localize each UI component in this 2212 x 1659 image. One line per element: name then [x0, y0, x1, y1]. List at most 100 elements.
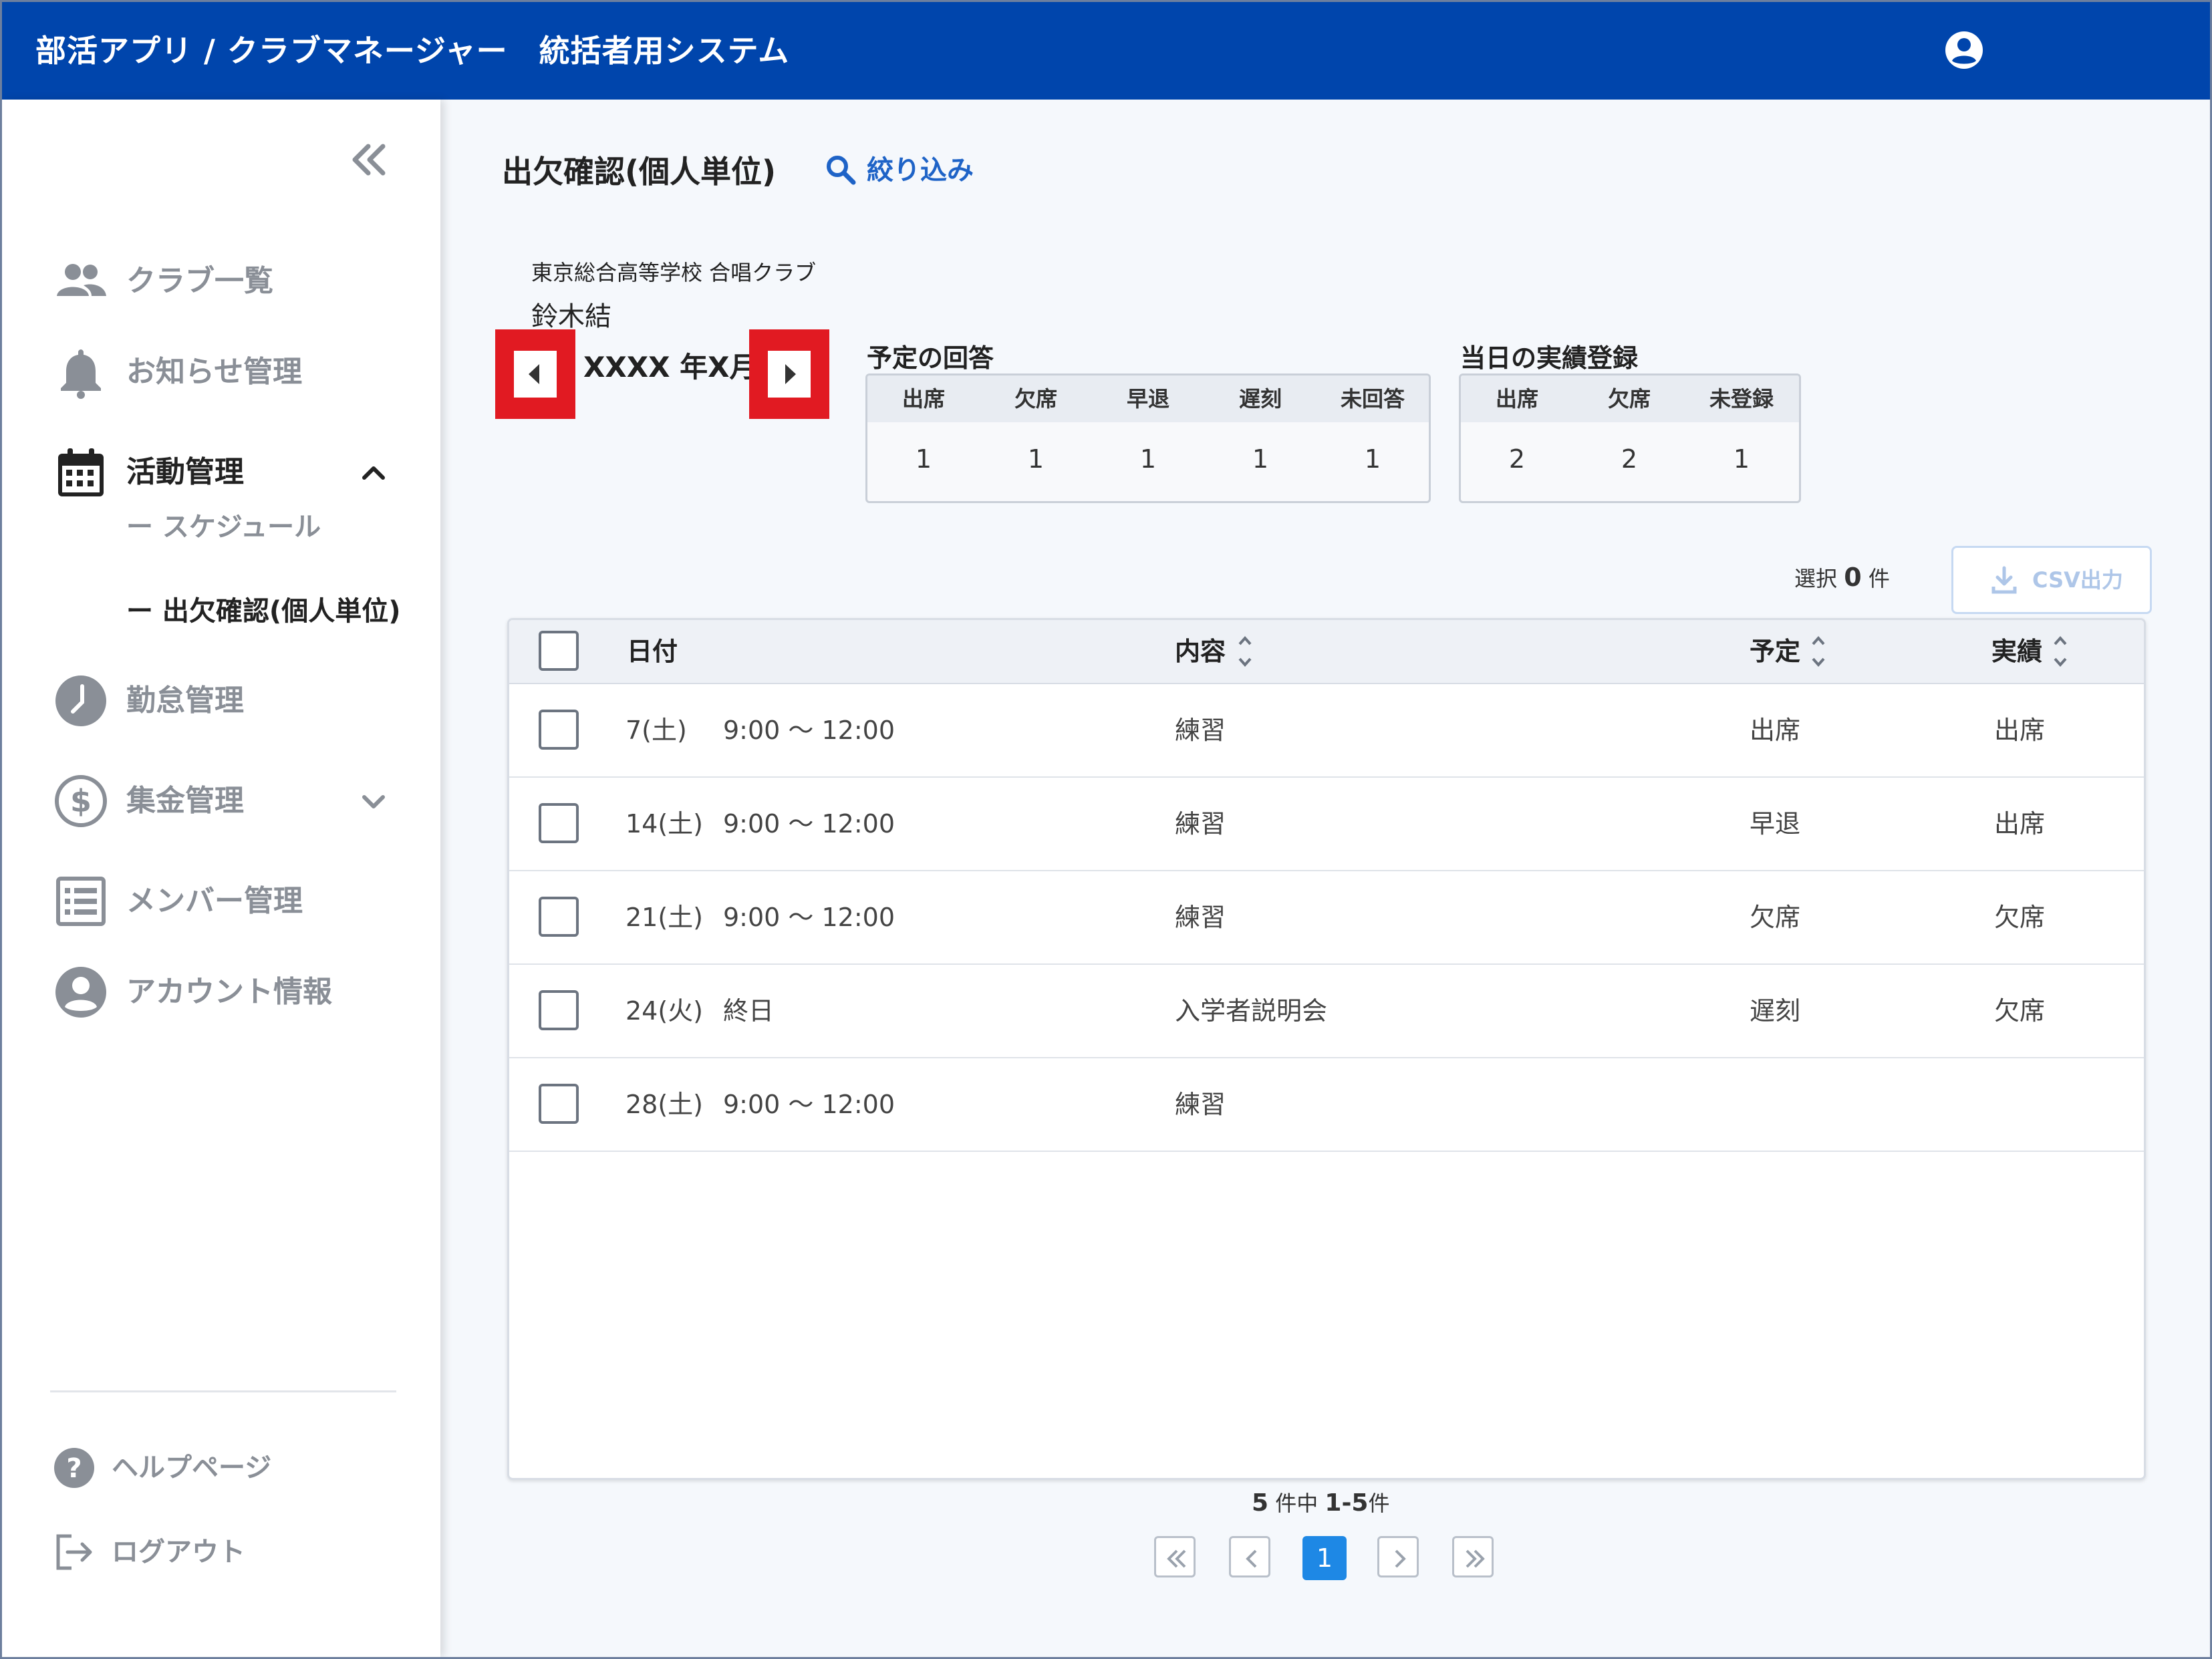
- row-time: 9:00 〜 12:00: [723, 716, 895, 745]
- row-content: 練習: [1175, 716, 1226, 745]
- download-icon: [1991, 566, 2017, 594]
- csv-export-button[interactable]: CSV出力: [1951, 546, 2152, 614]
- list-icon: [53, 873, 109, 929]
- plan-summary-table: 出席 欠席 早退 遅刻 未回答 1 1 1 1 1: [865, 373, 1431, 503]
- sidebar-item-account[interactable]: アカウント情報: [2, 951, 440, 1018]
- page-title: 出欠確認(個人単位): [502, 154, 777, 190]
- column-header-actual[interactable]: 実績: [1991, 620, 2042, 683]
- row-content: 入学者説明会: [1175, 996, 1328, 1026]
- row-actual: 出席: [1994, 716, 2046, 745]
- last-page-button[interactable]: [1452, 1536, 1494, 1577]
- app-header: 部活アプリ / クラブマネージャー 統括者用システム: [2, 2, 2210, 100]
- prev-month-button[interactable]: [495, 329, 575, 419]
- plan-value-late: 1: [1252, 444, 1269, 474]
- sidebar-item-clubs[interactable]: クラブ一覧: [2, 240, 440, 307]
- sidebar-item-work[interactable]: 勤怠管理: [2, 659, 440, 726]
- actual-header-attend: 出席: [1495, 386, 1538, 412]
- sidebar-item-activities[interactable]: 活動管理: [2, 431, 440, 498]
- actual-summary-table: 出席 欠席 未登録 2 2 1: [1459, 373, 1801, 503]
- sidebar-item-notices[interactable]: お知らせ管理: [2, 331, 440, 400]
- plan-value-early: 1: [1139, 444, 1157, 474]
- collapse-sidebar-icon[interactable]: [344, 140, 391, 180]
- sidebar-subitem-attendance[interactable]: ー 出欠確認(個人単位): [126, 585, 401, 638]
- chevron-down-icon[interactable]: [358, 785, 390, 817]
- calendar-icon: [53, 444, 109, 500]
- row-date: 21(土): [626, 903, 704, 932]
- sidebar-item-help[interactable]: ? ヘルプページ: [2, 1435, 440, 1501]
- help-icon: ?: [53, 1447, 96, 1489]
- account-icon: [53, 964, 109, 1020]
- member-name: 鈴木結: [531, 301, 611, 332]
- next-month-button[interactable]: [749, 329, 829, 419]
- caret-left-icon: [514, 351, 557, 398]
- row-actual: 欠席: [1994, 996, 2046, 1026]
- plan-value-attend: 1: [915, 444, 932, 474]
- sidebar-item-logout[interactable]: ログアウト: [2, 1519, 440, 1586]
- row-checkbox[interactable]: [539, 990, 579, 1030]
- filter-label: 絞り込み: [867, 155, 974, 186]
- sort-icon[interactable]: [1810, 631, 1827, 672]
- app-window: 部活アプリ / クラブマネージャー 統括者用システム クラブ一覧 お知らせ管理 …: [0, 0, 2212, 1659]
- row-time: 9:00 〜 12:00: [723, 1090, 895, 1119]
- people-icon: [53, 253, 109, 309]
- page-1-button[interactable]: 1: [1302, 1536, 1347, 1580]
- logout-icon: [53, 1531, 96, 1573]
- row-plan: 出席: [1750, 716, 1801, 745]
- sidebar-item-label: メンバー管理: [126, 884, 303, 918]
- row-plan: 早退: [1750, 809, 1801, 839]
- chevron-up-icon[interactable]: [358, 456, 390, 488]
- row-actual: 欠席: [1994, 903, 2046, 932]
- double-chevron-left-icon: [1167, 1549, 1186, 1568]
- sort-icon[interactable]: [1236, 631, 1254, 672]
- month-label: XXXX 年X月: [583, 351, 758, 384]
- row-date: 14(土): [626, 809, 704, 839]
- sidebar: クラブ一覧 お知らせ管理 活動管理 ー スケジュール ー 出欠確認(個人単位) …: [2, 100, 440, 1657]
- row-checkbox[interactable]: [539, 1084, 579, 1124]
- sidebar-item-label: アカウント情報: [126, 975, 332, 1009]
- bell-icon: [53, 344, 109, 400]
- row-checkbox[interactable]: [539, 897, 579, 937]
- next-page-button[interactable]: [1377, 1536, 1419, 1577]
- plan-header-noanswer: 未回答: [1340, 386, 1405, 412]
- clock-icon: [53, 673, 109, 729]
- pagination-info: 5 件中 1-5件: [1252, 1489, 1390, 1517]
- dollar-icon: $: [53, 773, 109, 829]
- row-checkbox[interactable]: [539, 803, 579, 843]
- chevron-right-icon: [1395, 1549, 1406, 1568]
- sidebar-item-label: 集金管理: [126, 784, 244, 818]
- column-header-content[interactable]: 内容: [1175, 620, 1226, 683]
- plan-header-absent: 欠席: [1014, 386, 1057, 412]
- table-row: 21(土) 9:00 〜 12:00 練習 欠席 欠席: [509, 871, 2144, 965]
- sidebar-divider: [50, 1390, 396, 1392]
- actual-header-absent: 欠席: [1607, 386, 1651, 412]
- row-time: 9:00 〜 12:00: [723, 809, 895, 839]
- sidebar-subitem-schedule[interactable]: ー スケジュール: [126, 500, 321, 554]
- row-checkbox[interactable]: [539, 710, 579, 750]
- row-plan: 遅刻: [1750, 996, 1801, 1026]
- select-all-checkbox[interactable]: [539, 631, 579, 671]
- selection-count: 選択 0 件: [1794, 563, 1890, 592]
- user-account-icon[interactable]: [1944, 30, 1984, 70]
- row-time: 9:00 〜 12:00: [723, 903, 895, 932]
- svg-text:?: ?: [66, 1453, 82, 1484]
- column-header-plan[interactable]: 予定: [1750, 620, 1800, 683]
- row-plan: 欠席: [1750, 903, 1801, 932]
- column-header-date: 日付: [627, 637, 678, 666]
- prev-page-button[interactable]: [1229, 1536, 1270, 1577]
- sidebar-item-members[interactable]: メンバー管理: [2, 860, 440, 927]
- plan-header-attend: 出席: [902, 386, 945, 412]
- plan-value-noanswer: 1: [1364, 444, 1381, 474]
- attendance-table: 日付 内容 予定 実績 7(土) 9:00 〜 12:00 練習 出席 出席 1…: [507, 618, 2146, 1480]
- table-row: 28(土) 9:00 〜 12:00 練習: [509, 1058, 2144, 1152]
- row-date: 28(土): [626, 1090, 704, 1119]
- sidebar-item-label: クラブ一覧: [126, 264, 273, 298]
- row-content: 練習: [1175, 809, 1226, 839]
- sidebar-item-collection[interactable]: $ 集金管理: [2, 760, 440, 829]
- row-actual: 出席: [1994, 809, 2046, 839]
- table-header: 日付 内容 予定 実績: [509, 620, 2144, 684]
- actual-value-absent: 2: [1621, 444, 1638, 474]
- actual-value-unregistered: 1: [1733, 444, 1750, 474]
- row-content: 練習: [1175, 903, 1226, 932]
- first-page-button[interactable]: [1154, 1536, 1196, 1577]
- sort-icon[interactable]: [2052, 631, 2069, 672]
